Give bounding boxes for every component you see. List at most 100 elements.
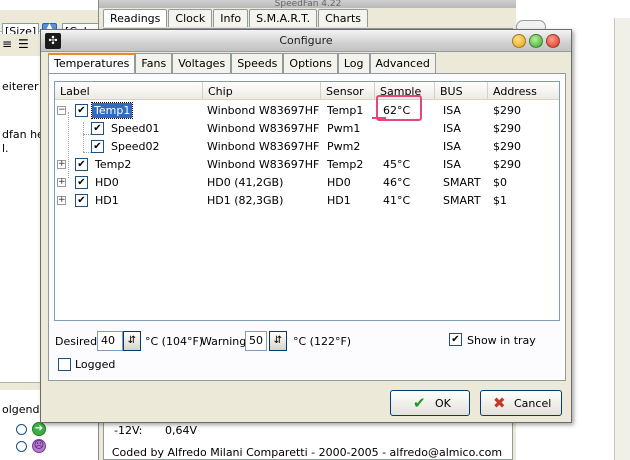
- row-checkbox[interactable]: ✔: [75, 176, 88, 189]
- table-row[interactable]: − ✔ Temp1 Winbond W83697HF Temp1 62°C IS…: [55, 102, 559, 120]
- warning-unit: °C (122°F): [293, 335, 352, 348]
- tab-options[interactable]: Options: [283, 53, 338, 73]
- x-icon: ✖: [493, 394, 506, 412]
- table-row[interactable]: + ✔ HD0 HD0 (41,2GB) HD0 46°C SMART $0: [55, 174, 559, 192]
- cancel-button[interactable]: ✖ Cancel: [480, 390, 562, 416]
- warning-spinner[interactable]: ⇵: [269, 331, 287, 351]
- column-header-bus[interactable]: BUS: [435, 82, 488, 100]
- desired-label: Desired: [55, 335, 98, 348]
- row-chip: HD1 (82,3GB): [207, 194, 284, 207]
- background-text-line: l.: [2, 142, 9, 155]
- sensor-list[interactable]: Label Chip Sensor Sample BUS Address − ✔…: [54, 81, 560, 321]
- speedfan-tab-charts[interactable]: Charts: [318, 9, 369, 27]
- tab-voltages[interactable]: Voltages: [172, 53, 232, 73]
- expand-icon[interactable]: +: [57, 160, 66, 169]
- speedfan-tab-smart[interactable]: S.M.A.R.T.: [249, 9, 318, 27]
- row-checkbox[interactable]: ✔: [75, 104, 88, 117]
- row-sensor: Pwm1: [327, 122, 361, 135]
- row-label-selected[interactable]: Temp1: [90, 102, 134, 119]
- row-checkbox[interactable]: ✔: [75, 158, 88, 171]
- column-header-sensor[interactable]: Sensor: [321, 82, 375, 100]
- list-icon[interactable]: ☰: [18, 37, 29, 51]
- row-sensor: HD1: [327, 194, 351, 207]
- row-checkbox[interactable]: ✔: [91, 140, 104, 153]
- sad-face-icon: ☹: [32, 439, 46, 453]
- title-bar[interactable]: ✣ Configure: [41, 30, 571, 52]
- row-chip: Winbond W83697HF: [207, 104, 320, 117]
- warning-input[interactable]: 50: [245, 331, 267, 351]
- tab-log[interactable]: Log: [337, 53, 370, 73]
- background-scrollbar[interactable]: [614, 18, 630, 460]
- cancel-button-label: Cancel: [514, 397, 552, 410]
- row-bus: SMART: [443, 176, 481, 189]
- close-button[interactable]: [546, 34, 560, 48]
- maximize-button[interactable]: [529, 34, 543, 48]
- speedfan-title: SpeedFan 4.22: [99, 0, 517, 9]
- row-chip: Winbond W83697HF: [207, 140, 320, 153]
- speedfan-tab-readings[interactable]: Readings: [103, 9, 168, 27]
- row-sensor: Pwm2: [327, 140, 361, 153]
- row-label[interactable]: HD1: [95, 194, 119, 207]
- row-bus: SMART: [443, 194, 481, 207]
- tab-fans[interactable]: Fans: [135, 53, 173, 73]
- tab-speeds[interactable]: Speeds: [231, 53, 284, 73]
- row-chip: Winbond W83697HF: [207, 122, 320, 135]
- background-text-line: eiterer l: [2, 80, 46, 93]
- list-header: Label Chip Sensor Sample BUS Address: [55, 82, 559, 100]
- highlight-annotation-tail: [372, 117, 386, 119]
- table-row[interactable]: ✔ Speed02 Winbond W83697HF Pwm2 ISA $290: [55, 138, 559, 156]
- align-icon[interactable]: ≡: [2, 37, 12, 51]
- row-sensor: HD0: [327, 176, 351, 189]
- collapse-icon[interactable]: −: [57, 106, 66, 115]
- speedfan-tab-info[interactable]: Info: [213, 9, 249, 27]
- green-arrow-icon: ➔: [32, 422, 46, 436]
- desired-spinner[interactable]: ⇵: [123, 331, 141, 351]
- row-address: $290: [493, 122, 521, 135]
- row-sample: 46°C: [383, 176, 411, 189]
- speedfan-tab-clock[interactable]: Clock: [168, 9, 213, 27]
- configure-dialog: ✣ Configure Temperatures Fans Voltages S…: [40, 29, 572, 423]
- minimize-button[interactable]: [512, 34, 526, 48]
- row-sample: 45°C: [383, 158, 411, 171]
- voltage-label: -12V:: [114, 424, 143, 437]
- logged-checkbox[interactable]: [58, 358, 71, 371]
- logged-label: Logged: [75, 358, 116, 371]
- temperatures-panel: Label Chip Sensor Sample BUS Address − ✔…: [48, 73, 566, 381]
- row-checkbox[interactable]: ✔: [91, 122, 104, 135]
- row-bus: ISA: [443, 140, 461, 153]
- speedfan-tabs: Readings Clock Info S.M.A.R.T. Charts: [103, 9, 369, 27]
- desired-input[interactable]: 40: [97, 331, 123, 351]
- row-address: $290: [493, 104, 521, 117]
- column-header-chip[interactable]: Chip: [203, 82, 321, 100]
- row-address: $0: [493, 176, 507, 189]
- background-radio[interactable]: [16, 441, 27, 452]
- ok-button-label: OK: [435, 397, 451, 410]
- row-label[interactable]: Temp2: [95, 158, 131, 171]
- show-in-tray-checkbox[interactable]: ✔: [449, 333, 462, 346]
- credit-text: Coded by Alfredo Milani Comparetti - 200…: [111, 446, 503, 459]
- column-header-label[interactable]: Label: [55, 82, 203, 100]
- show-in-tray-label: Show in tray: [467, 334, 536, 347]
- row-sample: 41°C: [383, 194, 411, 207]
- row-sensor: Temp1: [327, 104, 364, 117]
- tab-advanced[interactable]: Advanced: [369, 53, 436, 73]
- table-row[interactable]: + ✔ Temp2 Winbond W83697HF Temp2 45°C IS…: [55, 156, 559, 174]
- checkmark-icon: ✔: [413, 394, 426, 412]
- row-bus: ISA: [443, 122, 461, 135]
- row-label[interactable]: Speed01: [111, 122, 159, 135]
- row-checkbox[interactable]: ✔: [75, 194, 88, 207]
- row-address: $1: [493, 194, 507, 207]
- background-radio[interactable]: [16, 424, 27, 435]
- row-address: $290: [493, 158, 521, 171]
- expand-icon[interactable]: +: [57, 178, 66, 187]
- expand-icon[interactable]: +: [57, 196, 66, 205]
- table-row[interactable]: ✔ Speed01 Winbond W83697HF Pwm1 ISA $290: [55, 120, 559, 138]
- table-row[interactable]: + ✔ HD1 HD1 (82,3GB) HD1 41°C SMART $1: [55, 192, 559, 210]
- tab-temperatures[interactable]: Temperatures: [48, 53, 136, 74]
- dialog-title: Configure: [279, 34, 333, 47]
- row-label[interactable]: HD0: [95, 176, 119, 189]
- ok-button[interactable]: ✔ OK: [390, 390, 470, 416]
- column-header-address[interactable]: Address: [488, 82, 559, 100]
- row-label[interactable]: Speed02: [111, 140, 159, 153]
- tab-strip: Temperatures Fans Voltages Speeds Option…: [48, 53, 436, 74]
